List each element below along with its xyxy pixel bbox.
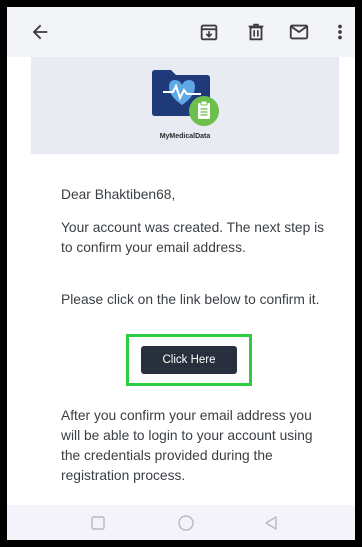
email-app-bar (7, 7, 355, 57)
phone-screen: MyMedicalData Dear Bhaktiben68, Your acc… (7, 7, 355, 540)
recent-apps-icon[interactable] (89, 514, 107, 532)
home-icon[interactable] (177, 514, 195, 532)
back-nav-icon[interactable] (262, 514, 280, 532)
trash-icon[interactable] (245, 21, 267, 43)
email-body: MyMedicalData Dear Bhaktiben68, Your acc… (7, 57, 355, 505)
mail-icon[interactable] (288, 21, 310, 43)
email-header-banner: MyMedicalData (31, 57, 339, 154)
archive-icon[interactable] (198, 21, 220, 43)
mymedicaldata-logo-icon (149, 67, 225, 131)
more-vertical-icon[interactable] (329, 21, 351, 43)
email-paragraph-account-created: Your account was created. The next step … (61, 220, 325, 255)
click-here-button[interactable]: Click Here (141, 346, 237, 374)
brand-name: MyMedicalData (159, 133, 211, 140)
email-paragraph-after-confirm: After you confirm your email address you… (61, 408, 313, 483)
arrow-back-icon[interactable] (29, 21, 51, 43)
email-paragraph-confirm-instruction: Please click on the link below to confir… (61, 292, 320, 307)
system-navigation-bar (7, 505, 355, 540)
email-greeting: Dear Bhaktiben68, (61, 187, 176, 202)
